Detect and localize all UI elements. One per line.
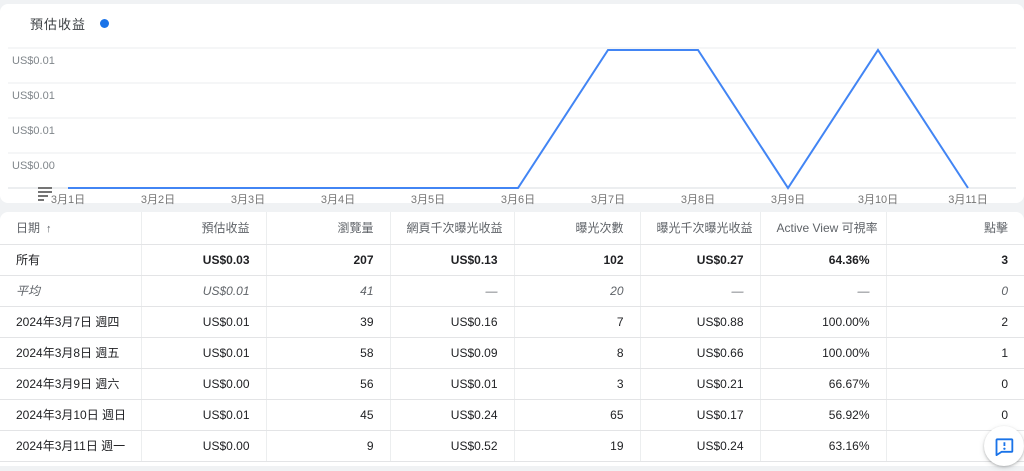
row-label: 2024年3月10日 週日: [0, 399, 142, 431]
x-axis-label: 3月6日: [500, 194, 536, 206]
cell-impressions: 7: [514, 306, 641, 338]
table-row-all: 所有 US$0.03 207 US$0.13 102 US$0.27 64.36…: [0, 244, 1024, 276]
cell-impression-rpm: —: [640, 275, 761, 307]
x-axis-label: 3月1日: [50, 194, 86, 206]
cell-impressions: 65: [514, 399, 641, 431]
cell-pageviews: 41: [266, 275, 391, 307]
cell-page-rpm: —: [390, 275, 515, 307]
cell-active-view: —: [760, 275, 887, 307]
cell-impression-rpm: US$0.17: [640, 399, 761, 431]
earnings-chart-card: US$0.01 US$0.01 US$0.01 US$0.00 3月1日 3月2日 3月3…: [0, 4, 1024, 206]
cell-impression-rpm: US$0.24: [640, 430, 761, 462]
y-axis-label: US$0.01: [12, 55, 55, 67]
report-table-card: 日期 ↑ 預估收益 瀏覽量 網頁千次曝光收益 曝光次數 曝光千次曝光收益 Acti…: [0, 212, 1024, 466]
cell-pageviews: 39: [266, 306, 391, 338]
cell-estimated-earnings: US$0.01: [141, 306, 267, 338]
earnings-chart-plot: US$0.01 US$0.01 US$0.01 US$0.00 3月1日 3月2日 3月3…: [0, 4, 1024, 206]
report-table: 日期 ↑ 預估收益 瀏覽量 網頁千次曝光收益 曝光次數 曝光千次曝光收益 Acti…: [0, 212, 1024, 462]
cell-active-view: 66.67%: [760, 368, 887, 400]
cell-estimated-earnings: US$0.01: [141, 399, 267, 431]
feedback-button[interactable]: [984, 426, 1024, 466]
x-axis-label: 3月11日: [948, 194, 988, 206]
cell-active-view: 100.00%: [760, 337, 887, 369]
x-axis-label: 3月2日: [140, 194, 176, 206]
sort-ascending-icon: ↑: [46, 223, 52, 236]
cell-impression-rpm: US$0.66: [640, 337, 761, 369]
cell-estimated-earnings: US$0.00: [141, 368, 267, 400]
x-axis-label: 3月9日: [770, 194, 806, 206]
cell-impressions: 102: [514, 244, 641, 276]
y-axis-label: US$0.00: [12, 160, 55, 172]
cell-active-view: 56.92%: [760, 399, 887, 431]
cell-estimated-earnings: US$0.01: [141, 275, 267, 307]
row-label: 所有: [0, 244, 142, 276]
row-label: 平均: [0, 275, 142, 307]
cell-pageviews: 58: [266, 337, 391, 369]
cell-impressions: 3: [514, 368, 641, 400]
cell-estimated-earnings: US$0.00: [141, 430, 267, 462]
row-label: 2024年3月11日 週一: [0, 430, 142, 462]
row-label: 2024年3月9日 週六: [0, 368, 142, 400]
cell-page-rpm: US$0.01: [390, 368, 515, 400]
header-active-view-viewability[interactable]: Active View 可視率: [760, 212, 887, 245]
cell-page-rpm: US$0.24: [390, 399, 515, 431]
legend-dot-icon: [100, 19, 110, 28]
header-clicks[interactable]: 點擊: [886, 212, 1024, 245]
table-row: 2024年3月10日 週日 US$0.01 45 US$0.24 65 US$0…: [0, 399, 1024, 431]
table-row: 2024年3月11日 週一 US$0.00 9 US$0.52 19 US$0.…: [0, 430, 1024, 462]
y-axis-label: US$0.01: [12, 125, 55, 137]
cell-estimated-earnings: US$0.01: [141, 337, 267, 369]
table-row: 2024年3月9日 週六 US$0.00 56 US$0.01 3 US$0.2…: [0, 368, 1024, 400]
cell-impressions: 19: [514, 430, 641, 462]
cell-pageviews: 45: [266, 399, 391, 431]
x-axis-label: 3月4日: [320, 194, 356, 206]
table-row-average: 平均 US$0.01 41 — 20 — — 0: [0, 275, 1024, 307]
table-row: 2024年3月8日 週五 US$0.01 58 US$0.09 8 US$0.6…: [0, 337, 1024, 369]
header-pageviews[interactable]: 瀏覽量: [266, 212, 391, 245]
feedback-speech-bubble-icon: [995, 438, 1014, 456]
cell-active-view: 63.16%: [760, 430, 887, 462]
chart-title: 預估收益: [30, 17, 87, 32]
cell-clicks: 3: [886, 244, 1024, 276]
cell-estimated-earnings: US$0.03: [141, 244, 267, 276]
cell-pageviews: 9: [266, 430, 391, 462]
header-impression-rpm[interactable]: 曝光千次曝光收益: [640, 212, 761, 245]
y-axis-label: US$0.01: [12, 90, 55, 102]
cell-page-rpm: US$0.52: [390, 430, 515, 462]
cell-clicks: 0: [886, 275, 1024, 307]
cell-impression-rpm: US$0.88: [640, 306, 761, 338]
header-page-rpm[interactable]: 網頁千次曝光收益: [390, 212, 515, 245]
cell-clicks: 0: [886, 368, 1024, 400]
x-axis-label: 3月10日: [857, 194, 899, 206]
x-axis-label: 3月3日: [230, 194, 266, 206]
table-header-row: 日期 ↑ 預估收益 瀏覽量 網頁千次曝光收益 曝光次數 曝光千次曝光收益 Acti…: [0, 212, 1024, 245]
cell-active-view: 100.00%: [760, 306, 887, 338]
row-label: 2024年3月7日 週四: [0, 306, 142, 338]
earnings-line-series: [68, 48, 969, 190]
cell-clicks: 2: [886, 306, 1024, 338]
table-row: 2024年3月7日 週四 US$0.01 39 US$0.16 7 US$0.8…: [0, 306, 1024, 338]
header-date[interactable]: 日期 ↑: [0, 212, 142, 245]
header-impressions[interactable]: 曝光次數: [514, 212, 641, 245]
cell-impressions: 8: [514, 337, 641, 369]
header-estimated-earnings[interactable]: 預估收益: [141, 212, 267, 245]
cell-impression-rpm: US$0.27: [640, 244, 761, 276]
cell-impression-rpm: US$0.21: [640, 368, 761, 400]
cell-page-rpm: US$0.13: [390, 244, 515, 276]
row-label: 2024年3月8日 週五: [0, 337, 142, 369]
cell-active-view: 64.36%: [760, 244, 887, 276]
cell-impressions: 20: [514, 275, 641, 307]
x-axis-label: 3月5日: [410, 194, 446, 206]
cell-page-rpm: US$0.16: [390, 306, 515, 338]
cell-pageviews: 207: [266, 244, 391, 276]
earnings-chart-svg: [8, 47, 1016, 190]
cell-pageviews: 56: [266, 368, 391, 400]
chart-table-toggle-icon[interactable]: [38, 187, 53, 201]
cell-clicks: 1: [886, 337, 1024, 369]
x-axis-label: 3月7日: [590, 194, 626, 206]
cell-page-rpm: US$0.09: [390, 337, 515, 369]
x-axis-label: 3月8日: [680, 194, 716, 206]
